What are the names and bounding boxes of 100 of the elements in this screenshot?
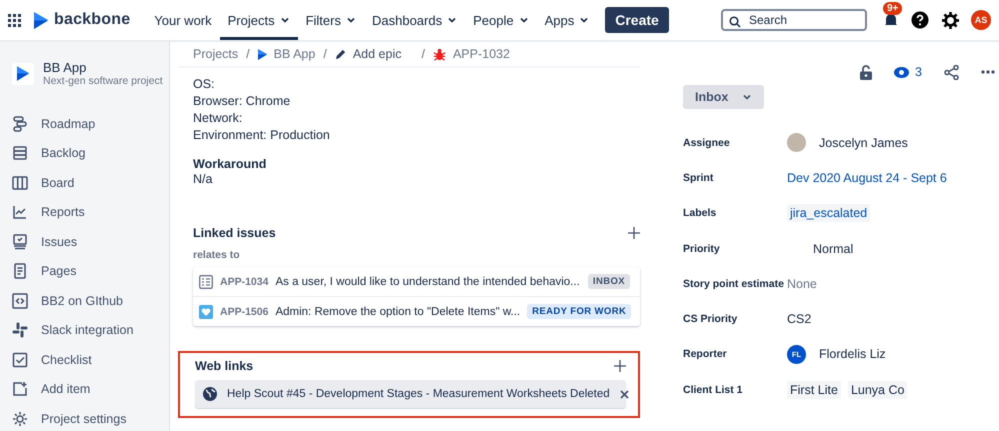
chevron-down-icon: [346, 15, 356, 25]
field-label: CS Priority: [683, 313, 738, 326]
pencil-icon[interactable]: [334, 48, 346, 60]
sidebar-item[interactable]: Project settings: [41, 412, 126, 426]
status-lozenge: READY FOR WORK: [527, 304, 632, 319]
bug-icon[interactable]: [432, 48, 446, 60]
issue-summary[interactable]: Admin: Remove the option to "Delete Items" w...: [275, 306, 520, 318]
web-link[interactable]: Help Scout #45 - Development Stages - Measurement Worksheets Deleted: [227, 388, 610, 400]
relation-label: relates to: [193, 249, 241, 261]
section-title: Linked issues: [193, 226, 276, 240]
help-icon[interactable]: [911, 11, 929, 29]
field-label: Story point estimate: [683, 278, 785, 290]
field-label: Reporter: [683, 348, 728, 360]
nav-menu[interactable]: Projects: [220, 0, 298, 40]
field-label: Assignee: [683, 136, 731, 149]
search-icon[interactable]: [729, 16, 741, 28]
roadmap-icon[interactable]: [12, 116, 28, 132]
share-icon[interactable]: [944, 64, 959, 80]
chevron-down-icon: [579, 15, 590, 25]
chevron-down-icon: [447, 15, 458, 25]
breadcrumb-link[interactable]: Add epic: [352, 47, 402, 61]
breadcrumb-link[interactable]: APP-1032: [452, 47, 510, 61]
description-line: Network:: [193, 110, 244, 127]
project-name[interactable]: BB App: [43, 60, 163, 75]
breadcrumb-link[interactable]: BB App: [274, 47, 316, 61]
breadcrumb-separator: /: [323, 47, 327, 61]
add-page-icon[interactable]: [12, 381, 28, 398]
checkbox-icon[interactable]: [12, 352, 28, 368]
line-chart-icon[interactable]: [12, 204, 28, 220]
breadcrumb-separator: /: [246, 47, 250, 61]
field-label: Labels: [683, 207, 718, 220]
user-name: Flordelis Liz: [819, 347, 886, 362]
notification-badge: 9+: [883, 2, 902, 15]
project-logo-icon[interactable]: [12, 62, 34, 84]
settings-icon[interactable]: [942, 12, 958, 28]
issue-key[interactable]: APP-1034: [220, 276, 268, 288]
eye-icon[interactable]: [894, 66, 910, 78]
field-value: CS2: [787, 312, 812, 326]
issue-key[interactable]: APP-1506: [220, 306, 268, 318]
monitor-check-icon[interactable]: [12, 234, 28, 250]
sidebar-item[interactable]: Roadmap: [41, 116, 96, 131]
notification-bell-icon[interactable]: [883, 12, 899, 28]
web-link-row[interactable]: Help Scout #45 - Development Stages - Measurement Worksheets Deleted: [195, 380, 626, 408]
sprint-link[interactable]: Dev 2020 August 24 - Sept 6: [787, 170, 947, 185]
nav-menu[interactable]: Your work: [146, 0, 220, 40]
logo-text[interactable]: backbone: [54, 11, 130, 29]
create-button[interactable]: Create: [605, 7, 669, 33]
sidebar-item[interactable]: Slack integration: [41, 323, 134, 338]
sidebar-item[interactable]: Pages: [41, 264, 76, 278]
project-logo-icon[interactable]: [258, 48, 267, 60]
code-icon[interactable]: [12, 292, 28, 309]
issue-type-icon: [199, 274, 213, 288]
search-field[interactable]: Search: [721, 9, 867, 31]
sidebar-item[interactable]: Issues: [41, 234, 78, 249]
breadcrumb-link[interactable]: Projects: [193, 47, 238, 61]
plus-icon[interactable]: [614, 360, 626, 372]
tag: Lunya Co: [848, 380, 908, 399]
field-label: Priority: [683, 242, 721, 255]
watchers-count[interactable]: 3: [915, 65, 922, 79]
stacked-rows-icon[interactable]: [12, 145, 28, 162]
tag: First Lite: [787, 380, 841, 399]
workaround-text: N/a: [193, 171, 214, 188]
nav-menu[interactable]: People: [465, 0, 537, 40]
logo-icon[interactable]: [34, 12, 48, 28]
issue-summary[interactable]: As a user, I would like to understand the intended behavio...: [275, 276, 581, 288]
lock-icon[interactable]: [860, 64, 872, 80]
field-label: Client List 1: [683, 384, 744, 396]
user-avatar[interactable]: AS: [971, 10, 991, 30]
sidebar-item[interactable]: Board: [41, 176, 74, 190]
breadcrumb-separator: /: [421, 47, 425, 61]
linked-issue-row[interactable]: APP-1034 As a user, I would like to understand the intended behavio... INBOX: [193, 267, 640, 297]
globe-icon: [203, 387, 217, 401]
sidebar-item[interactable]: Checklist: [41, 352, 92, 367]
label-tag[interactable]: jira_escalated: [787, 204, 870, 222]
columns-icon[interactable]: [12, 174, 28, 191]
linked-issue-row[interactable]: APP-1506 Admin: Remove the option to "Delete Items" w... READY FOR WORK: [193, 297, 640, 326]
status-dropdown[interactable]: Inbox: [683, 85, 764, 109]
field-value: None: [787, 276, 817, 291]
section-title: Workaround: [193, 157, 268, 171]
field-label: Sprint: [683, 172, 714, 184]
description-line: Environment: Production: [193, 127, 331, 144]
status-lozenge: INBOX: [588, 274, 630, 289]
description-line: Browser: Chrome: [193, 93, 292, 110]
nav-menu[interactable]: Filters: [298, 0, 364, 40]
field-value: Normal: [813, 242, 854, 256]
more-icon[interactable]: [981, 70, 995, 74]
sidebar-item[interactable]: Reports: [41, 205, 85, 220]
project-type: Next-gen software project: [43, 75, 163, 87]
sidebar-item[interactable]: Backlog: [41, 146, 86, 160]
sidebar-item[interactable]: BB2 on GIthub: [41, 294, 124, 308]
sidebar-item[interactable]: Add item: [41, 382, 90, 396]
settings-icon[interactable]: [12, 410, 28, 427]
nav-menu[interactable]: Apps: [536, 0, 598, 40]
nav-menu[interactable]: Dashboards: [364, 0, 466, 40]
app-grid-icon[interactable]: [8, 14, 21, 26]
description-line: OS:: [193, 76, 216, 93]
close-icon[interactable]: [620, 390, 629, 398]
plus-icon[interactable]: [628, 227, 640, 239]
chevron-down-icon: [280, 15, 290, 25]
document-icon[interactable]: [12, 263, 28, 280]
